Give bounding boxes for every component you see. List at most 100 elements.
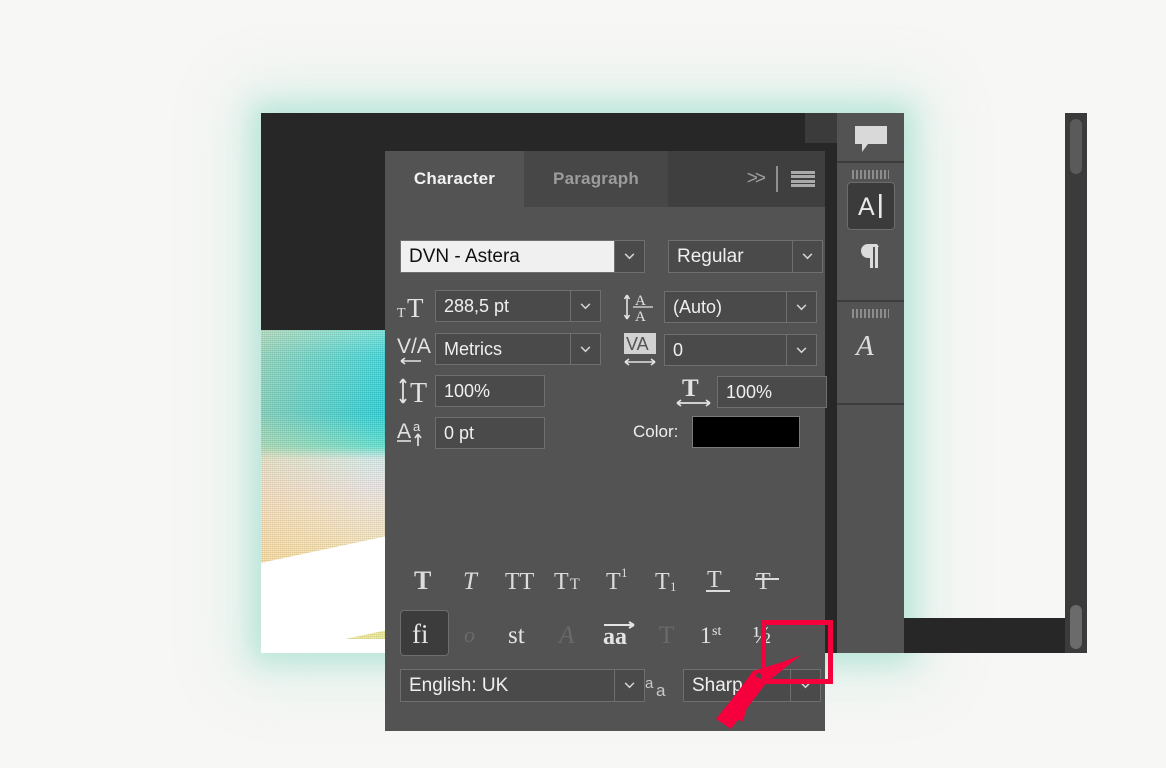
svg-text:T: T bbox=[707, 567, 722, 593]
svg-text:VA: VA bbox=[626, 334, 649, 354]
leading-input[interactable]: (Auto) bbox=[664, 291, 787, 323]
dock-item-paragraph[interactable] bbox=[847, 232, 895, 280]
tracking-input[interactable]: 0 bbox=[664, 334, 787, 366]
svg-text:T: T bbox=[570, 576, 580, 593]
dock-grip-1[interactable] bbox=[852, 170, 889, 179]
font-family-dropdown[interactable] bbox=[615, 240, 645, 273]
kerning-input[interactable]: Metrics bbox=[435, 333, 571, 365]
kerning-dropdown[interactable] bbox=[571, 333, 601, 365]
svg-text:1: 1 bbox=[621, 565, 628, 580]
ordinals-button[interactable]: 1st bbox=[694, 610, 743, 656]
screenshot-frame: A A Character Paragraph >> DVN - Astera … bbox=[261, 113, 1087, 731]
color-label: Color: bbox=[633, 422, 679, 441]
baseline-shift-input[interactable]: 0 pt bbox=[435, 417, 545, 449]
svg-text:T: T bbox=[410, 378, 427, 407]
tab-paragraph[interactable]: Paragraph bbox=[524, 151, 668, 207]
contextual-alternates-button[interactable]: aa bbox=[596, 610, 645, 656]
canvas-scrollbar-thumb-bottom[interactable] bbox=[1070, 605, 1082, 649]
font-style-dropdown[interactable] bbox=[793, 240, 823, 273]
leading-icon: A A bbox=[622, 290, 664, 324]
opentype-buttons-row: fi o st A aa T 1 st ½ bbox=[400, 610, 810, 656]
baseline-shift-icon: A a bbox=[395, 416, 435, 450]
horizontal-scale-icon: T bbox=[673, 375, 717, 409]
font-family-input[interactable]: DVN - Astera bbox=[400, 240, 615, 273]
color-row: Color: bbox=[633, 416, 801, 448]
canvas-top-strip-right bbox=[805, 113, 837, 143]
fractions-button[interactable]: ½ bbox=[743, 610, 792, 656]
faux-bold-button[interactable]: T bbox=[400, 562, 449, 596]
svg-text:st: st bbox=[508, 622, 525, 649]
titling-alternates-button[interactable]: T bbox=[645, 610, 694, 656]
all-caps-button[interactable]: TT bbox=[498, 562, 547, 596]
svg-text:o: o bbox=[464, 622, 475, 647]
font-size-input[interactable]: 288,5 pt bbox=[435, 290, 571, 322]
panel-tab-bar: Character Paragraph >> bbox=[385, 151, 825, 207]
language-input[interactable]: English: UK bbox=[400, 669, 615, 702]
stylistic-alternates-button[interactable]: A bbox=[547, 610, 596, 656]
canvas-vertical-scrollbar[interactable] bbox=[1065, 113, 1087, 653]
svg-text:A: A bbox=[557, 622, 575, 649]
strikethrough-button[interactable]: T bbox=[743, 562, 792, 596]
svg-text:T: T bbox=[682, 375, 699, 402]
anti-aliasing-icon: a a bbox=[643, 672, 683, 700]
character-panel-body: DVN - Astera Regular T T 288,5 pt A A (A… bbox=[385, 207, 827, 731]
underline-button[interactable]: T bbox=[694, 562, 743, 596]
subscript-button[interactable]: T1 bbox=[645, 562, 694, 596]
faux-italic-button[interactable]: T bbox=[449, 562, 498, 596]
font-style-input[interactable]: Regular bbox=[668, 240, 793, 273]
leading-row: A A (Auto) bbox=[622, 290, 817, 324]
baseline-shift-row: A a 0 pt bbox=[395, 416, 545, 450]
language-dropdown[interactable] bbox=[615, 669, 645, 702]
svg-text:½: ½ bbox=[753, 623, 771, 649]
dock-item-notes[interactable] bbox=[847, 115, 895, 163]
vertical-scale-input[interactable]: 100% bbox=[435, 375, 545, 407]
dock-grip-2[interactable] bbox=[852, 309, 889, 318]
svg-text:aa: aa bbox=[603, 624, 627, 650]
small-caps-button[interactable]: TT bbox=[547, 562, 596, 596]
antialias-input[interactable]: Sharp bbox=[683, 669, 791, 702]
svg-text:V/A: V/A bbox=[397, 335, 431, 358]
speech-bubble-icon bbox=[854, 125, 888, 153]
dock-divider-3 bbox=[837, 403, 904, 405]
hamburger-menu-icon[interactable] bbox=[791, 170, 815, 188]
color-swatch[interactable] bbox=[692, 416, 801, 448]
swash-button[interactable]: o bbox=[449, 610, 498, 656]
antialias-row: a a Sharp bbox=[643, 669, 821, 702]
svg-text:T: T bbox=[414, 566, 431, 593]
svg-text:st: st bbox=[712, 624, 721, 639]
panel-tool-cluster: >> bbox=[747, 151, 815, 207]
tracking-icon: VA bbox=[622, 332, 664, 368]
discretionary-ligatures-button[interactable]: st bbox=[498, 610, 547, 656]
font-size-icon: T T bbox=[395, 291, 435, 321]
svg-text:a: a bbox=[645, 675, 654, 692]
character-panel-icon: A bbox=[855, 191, 887, 221]
font-family-row: DVN - Astera bbox=[400, 240, 645, 273]
font-size-dropdown[interactable] bbox=[571, 290, 601, 322]
svg-text:T: T bbox=[554, 569, 569, 593]
dock-item-character[interactable]: A bbox=[846, 182, 895, 230]
svg-text:1: 1 bbox=[700, 623, 712, 648]
svg-text:T: T bbox=[659, 622, 674, 649]
svg-text:TT: TT bbox=[505, 569, 535, 593]
tracking-row: VA 0 bbox=[622, 332, 817, 368]
svg-text:A: A bbox=[635, 309, 646, 324]
dock-item-glyphs[interactable]: A bbox=[847, 321, 895, 369]
superscript-button[interactable]: T1 bbox=[596, 562, 645, 596]
vertical-scale-row: T 100% bbox=[395, 375, 545, 407]
antialias-dropdown[interactable] bbox=[791, 669, 821, 702]
svg-text:1: 1 bbox=[670, 579, 677, 593]
leading-dropdown[interactable] bbox=[787, 291, 817, 323]
tracking-dropdown[interactable] bbox=[787, 334, 817, 366]
svg-text:A: A bbox=[397, 420, 411, 443]
canvas-scrollbar-thumb-top[interactable] bbox=[1070, 119, 1082, 174]
panel-tool-divider bbox=[776, 166, 778, 192]
tab-character[interactable]: Character bbox=[385, 151, 524, 207]
horizontal-scale-input[interactable]: 100% bbox=[717, 376, 827, 408]
standard-ligatures-button[interactable]: fi bbox=[400, 610, 449, 656]
svg-text:T: T bbox=[606, 569, 621, 593]
right-dock: A A bbox=[837, 113, 904, 653]
double-chevron-right-icon[interactable]: >> bbox=[747, 168, 766, 190]
character-panel: Character Paragraph >> DVN - Astera Regu… bbox=[385, 151, 827, 731]
svg-text:a: a bbox=[413, 419, 421, 434]
svg-text:T: T bbox=[655, 569, 670, 593]
